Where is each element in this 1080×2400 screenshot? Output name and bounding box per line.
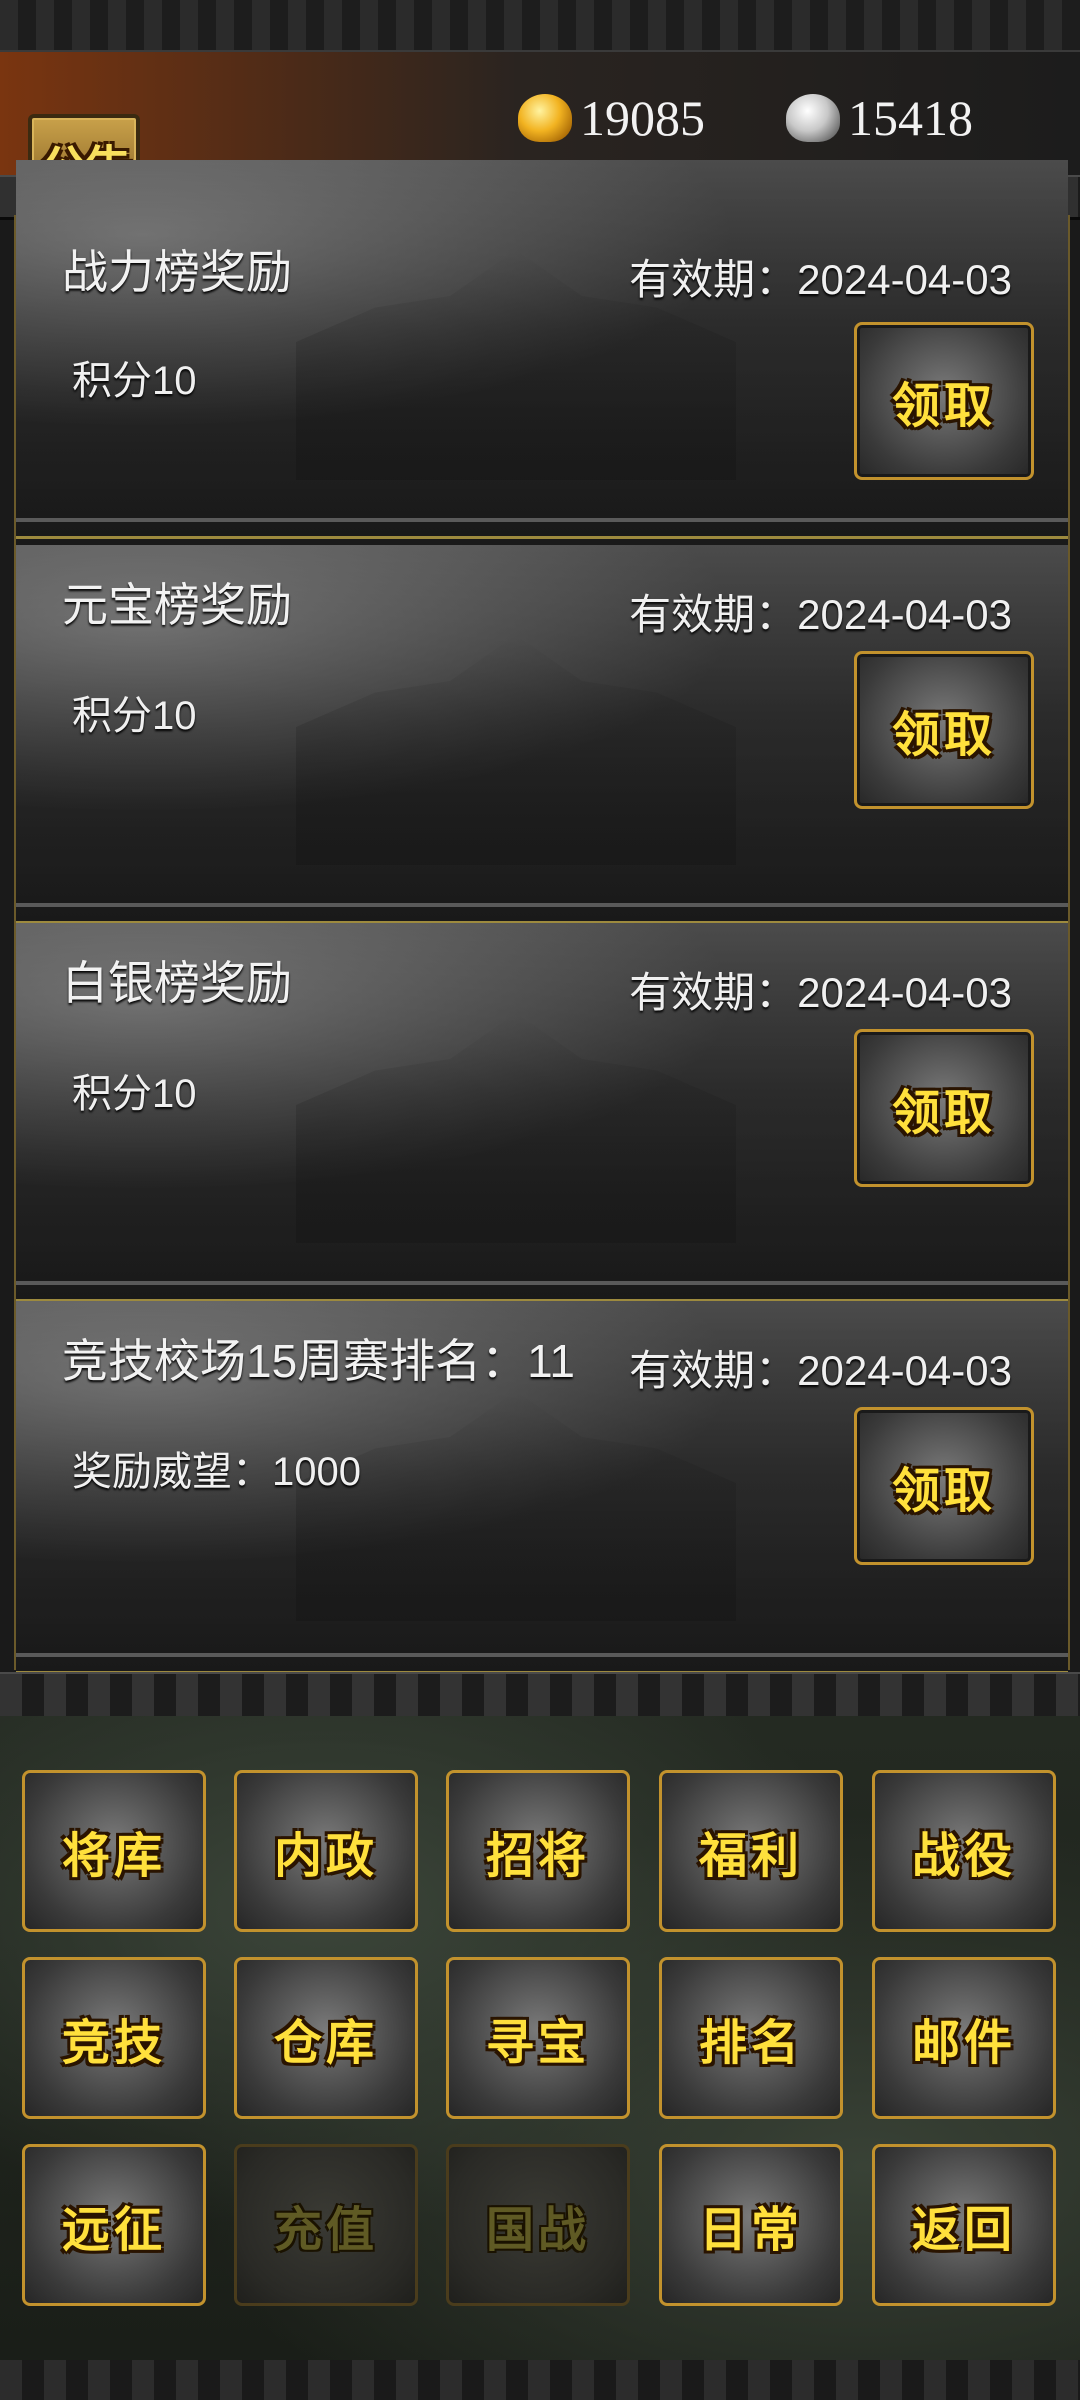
nav-button-recharge: 充值: [234, 2144, 418, 2306]
nav-label: 排名: [698, 2017, 803, 2070]
nav-label: 将库: [61, 1830, 166, 1883]
reward-card: 白银榜奖励 有效期：2024-04-03 积分10 领取: [16, 923, 1068, 1302]
reward-list[interactable]: 战力榜奖励 有效期：2024-04-03 积分10 领取 元宝榜奖励 有效期：2…: [14, 160, 1070, 1674]
nav-label: 仓库: [273, 2017, 378, 2070]
reward-expiry: 有效期：2024-04-03: [629, 591, 1012, 638]
reward-amount: 积分10: [72, 359, 197, 403]
nav-divider: [0, 1672, 1080, 1721]
reward-title: 元宝榜奖励: [62, 579, 292, 631]
claim-button[interactable]: 领取: [854, 1407, 1034, 1565]
nav-button-recruit[interactable]: 招将: [446, 1770, 630, 1932]
nav-button-arena[interactable]: 竞技: [22, 1957, 206, 2119]
reward-expiry: 有效期：2024-04-03: [629, 1347, 1012, 1394]
claim-label: 领取: [891, 1465, 996, 1518]
reward-expiry: 有效期：2024-04-03: [629, 256, 1012, 303]
claim-button[interactable]: 领取: [854, 651, 1034, 809]
nav-label: 竞技: [61, 2017, 166, 2070]
nav-label: 远征: [61, 2204, 166, 2257]
reward-title: 白银榜奖励: [62, 957, 292, 1009]
reward-amount: 奖励威望：1000: [72, 1450, 361, 1494]
nav-button-expedition[interactable]: 远征: [22, 2144, 206, 2306]
nav-label: 寻宝: [485, 2017, 590, 2070]
nav-button-generals[interactable]: 将库: [22, 1770, 206, 1932]
nav-button-internal-affairs[interactable]: 内政: [234, 1770, 418, 1932]
claim-button[interactable]: 领取: [854, 1029, 1034, 1187]
nav-label: 日常: [698, 2204, 803, 2257]
nav-label: 返回: [911, 2204, 1016, 2257]
reward-card: 竞技校场15周赛排名：11 有效期：2024-04-03 奖励威望：1000 领…: [16, 1301, 1068, 1674]
nav-button-daily[interactable]: 日常: [659, 2144, 843, 2306]
reward-amount: 积分10: [72, 694, 197, 738]
nav-label: 国战: [485, 2204, 590, 2257]
nav-button-warehouse[interactable]: 仓库: [234, 1957, 418, 2119]
nav-button-treasure[interactable]: 寻宝: [446, 1957, 630, 2119]
nav-label: 战役: [911, 1830, 1016, 1883]
reward-expiry: 有效期：2024-04-03: [629, 969, 1012, 1016]
nav-button-nation-war: 国战: [446, 2144, 630, 2306]
nav-label: 招将: [485, 1830, 590, 1883]
gold-counter: 19085: [518, 88, 705, 148]
nav-label: 邮件: [911, 2017, 1016, 2070]
claim-label: 领取: [891, 380, 996, 433]
top-border: [0, 0, 1080, 53]
claim-label: 领取: [891, 1087, 996, 1140]
claim-button[interactable]: 领取: [854, 322, 1034, 480]
nav-button-welfare[interactable]: 福利: [659, 1770, 843, 1932]
nav-button-back[interactable]: 返回: [872, 2144, 1056, 2306]
reward-title: 战力榜奖励: [62, 246, 292, 298]
gold-value: 19085: [580, 90, 705, 146]
gold-ingot-icon: [518, 94, 572, 142]
nav-label: 福利: [698, 1830, 803, 1883]
bottom-border: [0, 2360, 1080, 2400]
silver-ingot-icon: [786, 94, 840, 142]
reward-title: 竞技校场15周赛排名：11: [62, 1335, 575, 1387]
claim-label: 领取: [891, 709, 996, 762]
nav-button-campaign[interactable]: 战役: [872, 1770, 1056, 1932]
nav-label: 充值: [273, 2204, 378, 2257]
header-bar: 公告 19085 15418: [0, 50, 1080, 214]
reward-card: 战力榜奖励 有效期：2024-04-03 积分10 领取: [16, 160, 1068, 539]
reward-card: 元宝榜奖励 有效期：2024-04-03 积分10 领取: [16, 545, 1068, 924]
nav-label: 内政: [273, 1830, 378, 1883]
nav-button-ranking[interactable]: 排名: [659, 1957, 843, 2119]
nav-button-mail[interactable]: 邮件: [872, 1957, 1056, 2119]
silver-value: 15418: [848, 90, 973, 146]
reward-amount: 积分10: [72, 1072, 197, 1116]
silver-counter: 15418: [786, 88, 973, 148]
